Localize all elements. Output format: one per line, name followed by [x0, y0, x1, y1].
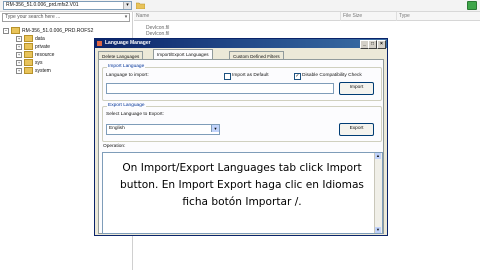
tree-item-sys[interactable]: + sys — [16, 59, 43, 66]
export-button[interactable]: Export — [339, 123, 374, 136]
tree-item-label: system — [35, 67, 51, 74]
list-item[interactable]: DevIcon.fil — [146, 31, 169, 37]
file-list-header: Name File Size Type — [134, 12, 480, 21]
tree-item-resource[interactable]: + resource — [16, 51, 54, 58]
dialog-title: Language Manager — [105, 40, 151, 46]
column-header-name[interactable]: Name — [134, 12, 342, 21]
chevron-down-icon[interactable]: ▼ — [211, 125, 219, 132]
column-header-type[interactable]: Type — [396, 12, 480, 21]
tree-item-label: data — [35, 35, 45, 42]
scroll-down-icon[interactable]: ▼ — [375, 227, 381, 233]
tree-root[interactable]: − RM-356_51.0.006_PRD.ROFS2 — [3, 27, 93, 34]
folder-icon — [24, 67, 33, 74]
export-language-value: English — [109, 126, 125, 131]
scroll-up-icon[interactable]: ▲ — [375, 153, 381, 159]
import-button[interactable]: Import — [339, 82, 374, 95]
import-as-default-checkbox[interactable] — [224, 73, 231, 80]
folder-icon — [24, 51, 33, 58]
tree-item-label: private — [35, 43, 51, 50]
tree-item-label: resource — [35, 51, 55, 58]
tree-item-system[interactable]: + system — [16, 67, 51, 74]
chevron-down-icon[interactable]: ▾ — [123, 2, 131, 9]
collapse-icon[interactable]: − — [3, 27, 9, 34]
video-caption: On Import/Export Languages tab click Imp… — [120, 162, 364, 208]
folder-icon — [24, 59, 33, 66]
vertical-scrollbar[interactable]: ▲ ▼ — [374, 153, 382, 233]
select-language-label: Select Language to Export: — [106, 112, 164, 117]
folder-icon — [24, 43, 33, 50]
path-select-value: RM-356_51.0.006_prd.mfs2.V01 — [6, 2, 79, 8]
path-select[interactable]: RM-356_51.0.006_prd.mfs2.V01 ▾ — [3, 1, 132, 10]
tree-item-label: sys — [35, 59, 43, 66]
maximize-icon[interactable]: □ — [368, 40, 377, 49]
import-as-default-label: Import as Default — [232, 73, 269, 78]
folder-icon — [24, 35, 33, 42]
tree-item-data[interactable]: + data — [16, 35, 45, 42]
export-language-group: Export Language Select Language to Expor… — [102, 103, 382, 142]
green-action-icon[interactable] — [467, 1, 477, 10]
export-language-select[interactable]: English ▼ — [106, 124, 220, 135]
search-input[interactable]: Type your search here ... ▾ — [2, 13, 130, 22]
import-language-group: Import Language Language to import: Impo… — [102, 64, 382, 101]
expand-icon[interactable]: + — [16, 43, 22, 50]
close-icon[interactable]: × — [377, 40, 386, 49]
language-to-import-label: Language to import: — [106, 73, 149, 78]
app-icon — [97, 41, 102, 46]
folder-icon — [11, 27, 20, 34]
chevron-down-icon[interactable]: ▾ — [123, 14, 129, 21]
column-header-size[interactable]: File Size — [340, 12, 399, 21]
search-placeholder: Type your search here ... — [5, 14, 61, 20]
import-group-label: Import Language — [107, 64, 146, 69]
tree-item-private[interactable]: + private — [16, 43, 50, 50]
folder-icon[interactable] — [135, 2, 146, 10]
expand-icon[interactable]: + — [16, 51, 22, 58]
dialog-titlebar[interactable]: Language Manager _ □ × — [95, 39, 387, 49]
tree-root-label: RM-356_51.0.006_PRD.ROFS2 — [22, 27, 94, 34]
disable-compat-checkbox[interactable]: ✓ — [294, 73, 301, 80]
disable-compat-label: Disable Compatibility Check — [302, 73, 362, 78]
expand-icon[interactable]: + — [16, 67, 22, 74]
export-group-label: Export Language — [107, 103, 146, 108]
operation-label: Operation: — [103, 144, 126, 149]
expand-icon[interactable]: + — [16, 59, 22, 66]
expand-icon[interactable]: + — [16, 35, 22, 42]
language-to-import-field[interactable] — [106, 83, 334, 94]
